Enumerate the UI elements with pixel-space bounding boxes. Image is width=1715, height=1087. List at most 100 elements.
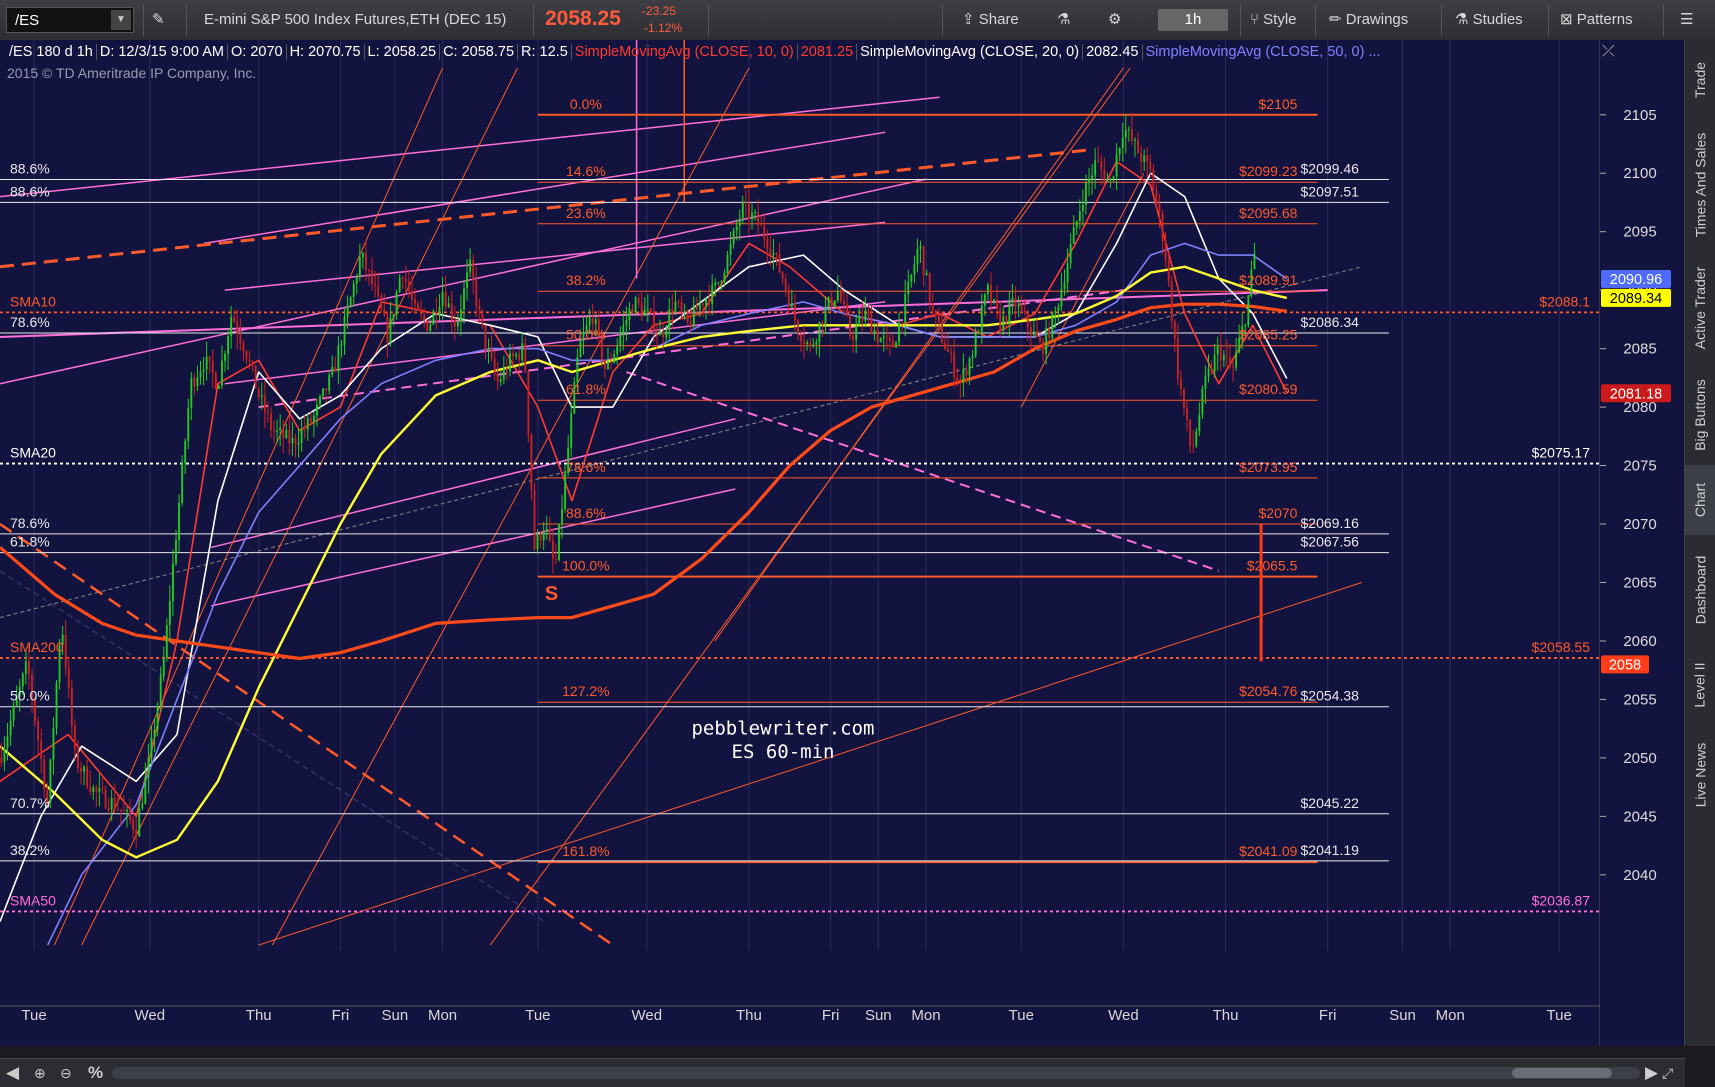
menu-icon[interactable]: ☰ bbox=[1680, 7, 1693, 33]
candle-body bbox=[12, 705, 15, 721]
candle-body bbox=[815, 342, 818, 345]
candle-body bbox=[460, 309, 462, 322]
candle-body bbox=[797, 320, 799, 335]
tab-active-trader[interactable]: Active Trader bbox=[1685, 250, 1715, 365]
candle-body bbox=[919, 246, 922, 249]
sma20-value: 2082.45 bbox=[1083, 44, 1143, 60]
candle-body bbox=[3, 748, 6, 763]
sma10-study-label[interactable]: SimpleMovingAvg (CLOSE, 10, 0) bbox=[571, 44, 798, 60]
studies-button[interactable]: ⚗ Studies bbox=[1455, 7, 1523, 33]
x-tick-label: Sun bbox=[865, 1007, 892, 1024]
candle-body bbox=[849, 314, 851, 336]
x-tick-label: Sun bbox=[1389, 1007, 1416, 1024]
candle-body bbox=[80, 767, 82, 772]
candle-body bbox=[343, 316, 346, 346]
candle-body bbox=[162, 658, 165, 676]
sma-level-label: SMA10 bbox=[10, 293, 56, 309]
candle-body bbox=[714, 282, 717, 286]
tab-level-ii[interactable]: Level II bbox=[1685, 645, 1715, 725]
candle-body bbox=[420, 310, 423, 315]
candle-body bbox=[962, 368, 965, 383]
scrollbar-thumb[interactable] bbox=[1512, 1068, 1612, 1078]
zoom-icon[interactable]: ⊕ bbox=[34, 1065, 46, 1082]
gear-icon[interactable]: ⚙ bbox=[1108, 7, 1121, 33]
candle-body bbox=[217, 385, 220, 389]
candle-body bbox=[239, 333, 242, 343]
candle-body bbox=[842, 301, 845, 305]
x-tick-label: Wed bbox=[134, 1007, 165, 1024]
candle-body bbox=[944, 342, 946, 350]
candle-body bbox=[1149, 161, 1152, 170]
candle-body bbox=[126, 810, 128, 812]
candle-body bbox=[55, 682, 58, 729]
candle-body bbox=[86, 766, 89, 787]
candle-body bbox=[98, 788, 101, 792]
percent-toggle[interactable]: % bbox=[88, 1063, 103, 1083]
candle-body bbox=[760, 225, 763, 227]
candle-body bbox=[640, 303, 643, 316]
timeframe-button[interactable]: 1h bbox=[1158, 9, 1228, 31]
candle-body bbox=[1005, 316, 1008, 324]
candle-body bbox=[1048, 328, 1051, 339]
candle-body bbox=[576, 357, 579, 383]
fib-percent-label: 0.0% bbox=[570, 96, 602, 112]
x-tick-label: Thu bbox=[246, 1007, 272, 1024]
patterns-button[interactable]: ⊠ Patterns bbox=[1560, 7, 1633, 33]
candle-body bbox=[456, 321, 459, 327]
candle-body bbox=[260, 395, 263, 398]
candle-body bbox=[1121, 137, 1124, 149]
horizontal-scrollbar[interactable] bbox=[112, 1067, 1640, 1079]
zoom-out-icon[interactable]: ⊖ bbox=[60, 1065, 72, 1082]
tab-chart[interactable]: Chart bbox=[1685, 465, 1715, 535]
candle-body bbox=[732, 230, 735, 245]
candle-body bbox=[352, 283, 355, 298]
flask-icon[interactable]: ⚗ bbox=[1057, 7, 1070, 33]
sma-level-label: SMA50 bbox=[10, 892, 56, 908]
sma20-study-label[interactable]: SimpleMovingAvg (CLOSE, 20, 0) bbox=[857, 44, 1084, 60]
x-tick-label: Fri bbox=[822, 1007, 840, 1024]
candle-body bbox=[818, 322, 821, 343]
bar-high: H: 2070.75 bbox=[286, 44, 365, 60]
style-button[interactable]: ⑂ Style bbox=[1250, 7, 1297, 33]
chevron-down-icon[interactable]: ▼ bbox=[111, 10, 131, 30]
tab-big-buttons[interactable]: Big Buttons bbox=[1685, 365, 1715, 465]
tab-times-and-sales[interactable]: Times And Sales bbox=[1685, 120, 1715, 250]
candle-body bbox=[665, 329, 668, 338]
candle-body bbox=[1229, 356, 1231, 367]
expand-icon[interactable]: ⤢ bbox=[1662, 1065, 1673, 1082]
candle-body bbox=[435, 311, 438, 316]
candle-body bbox=[1063, 282, 1066, 289]
close-all-icon[interactable]: ⤫ bbox=[1602, 41, 1615, 60]
price-chart[interactable]: 0.0% $2105 14.6% $2099.23 23.6% $2095.68 38.2%… bbox=[0, 40, 1715, 1058]
candle-body bbox=[28, 661, 30, 675]
candle-body bbox=[806, 342, 809, 344]
candle-body bbox=[763, 225, 766, 239]
candle-body bbox=[316, 404, 318, 416]
drawings-button[interactable]: ✏ Drawings bbox=[1329, 7, 1408, 33]
scroll-left-icon[interactable]: ◀ bbox=[6, 1063, 19, 1083]
tab-live-news[interactable]: Live News bbox=[1685, 725, 1715, 825]
tab-trade[interactable]: Trade bbox=[1685, 40, 1715, 120]
candle-body bbox=[717, 282, 720, 284]
candle-body bbox=[931, 303, 934, 311]
candle-body bbox=[1195, 431, 1198, 447]
candle-body bbox=[1247, 295, 1250, 326]
extension-price-label: $2067.56 bbox=[1301, 534, 1360, 550]
candle-body bbox=[708, 298, 711, 305]
candle-body bbox=[821, 322, 824, 325]
candle-body bbox=[916, 248, 919, 265]
symbol-input[interactable]: /ES ▼ bbox=[6, 7, 134, 33]
scroll-right-icon[interactable]: ▶ bbox=[1645, 1063, 1658, 1083]
candle-body bbox=[558, 524, 560, 560]
candle-body bbox=[279, 427, 282, 431]
candle-body bbox=[539, 534, 542, 541]
candle-body bbox=[21, 673, 24, 687]
candle-body bbox=[414, 299, 416, 304]
share-button[interactable]: ⇪ Share bbox=[962, 7, 1019, 33]
sma50-study-label[interactable]: SimpleMovingAvg (CLOSE, 50, 0) ... bbox=[1143, 44, 1384, 60]
candle-body bbox=[502, 368, 505, 380]
candle-body bbox=[1026, 312, 1029, 328]
tab-dashboard[interactable]: Dashboard bbox=[1685, 535, 1715, 645]
pencil-icon[interactable]: ✎ bbox=[152, 7, 174, 33]
candle-body bbox=[77, 749, 79, 768]
